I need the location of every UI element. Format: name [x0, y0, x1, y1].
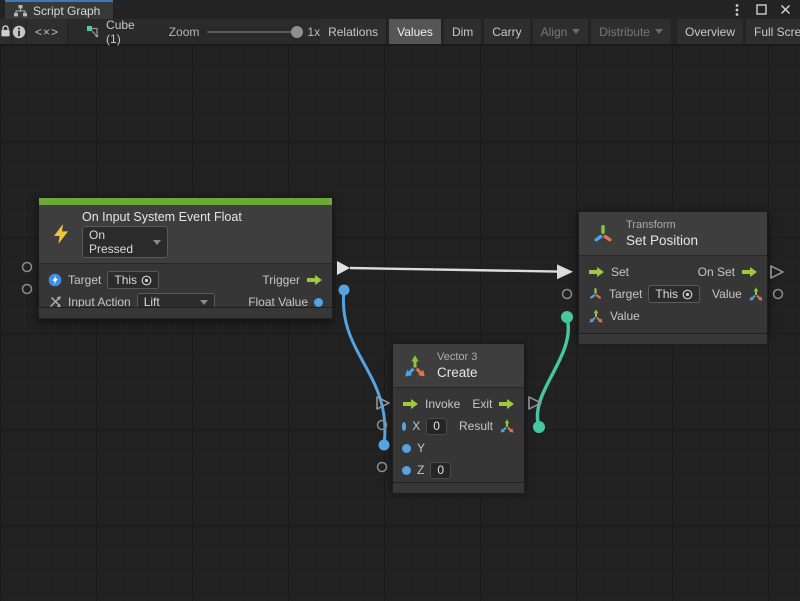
flow-arrow-icon[interactable] [498, 398, 515, 410]
close-icon[interactable] [778, 3, 792, 17]
lock-icon [0, 25, 11, 38]
script-graph-window: Script Graph [0, 0, 800, 601]
code-preview-button[interactable]: <×> [27, 19, 68, 44]
zoom-slider[interactable] [207, 31, 299, 33]
target-label: Target [68, 273, 101, 287]
invoke-label: Invoke [425, 397, 460, 411]
z-label: Z [417, 463, 424, 477]
vector3-row-x: X 0 Result [393, 415, 524, 437]
graph-pointer-label: Cube (1) [106, 18, 135, 46]
toolbar-button-carry[interactable]: Carry [484, 19, 530, 44]
value-out-label: Value [712, 287, 742, 301]
set-position-target-this[interactable]: This [648, 285, 700, 303]
set-position-row-value: Value [579, 305, 767, 327]
event-mode-dropdown[interactable]: On Pressed [82, 226, 168, 258]
event-node-title: On Input System Event Float [82, 210, 242, 224]
z-port[interactable] [402, 466, 411, 475]
toolbar-button-full-screen[interactable]: Full Screen [746, 19, 800, 44]
chevron-down-icon [153, 240, 161, 245]
flow-arrow-icon[interactable] [402, 398, 419, 410]
exit-label: Exit [472, 397, 492, 411]
vector3-title: Create [437, 365, 478, 380]
chevron-down-icon [655, 29, 663, 34]
x-label: X [412, 419, 420, 433]
z-value-input[interactable]: 0 [430, 462, 451, 479]
vector3-row-z: Z 0 [393, 459, 524, 481]
code-icon-label: <×> [35, 25, 59, 39]
toolbar-button-distribute[interactable]: Distribute [591, 19, 672, 44]
trigger-label: Trigger [262, 273, 300, 287]
graph-toolbar: <×> Cube (1) Zoom 1x Relations Values [0, 19, 800, 45]
window-controls [730, 0, 800, 19]
event-node-footer [38, 307, 333, 319]
chevron-down-icon [572, 29, 580, 34]
script-machine-icon [86, 25, 100, 39]
info-button[interactable] [12, 19, 27, 44]
flow-arrow-icon[interactable] [588, 266, 605, 278]
x-value-input[interactable]: 0 [426, 418, 447, 435]
vector3-port-icon[interactable] [588, 308, 604, 324]
on-set-label: On Set [698, 265, 735, 279]
value-in-label: Value [610, 309, 640, 323]
float-value-port[interactable] [314, 298, 323, 307]
toolbar-button-dim[interactable]: Dim [444, 19, 482, 44]
y-label: Y [417, 441, 425, 455]
node-on-input-system-event-float[interactable]: On Input System Event Float On Pressed T… [38, 197, 333, 320]
toolbar-button-values[interactable]: Values [389, 19, 442, 44]
maximize-icon[interactable] [754, 3, 768, 17]
vector3-port-icon[interactable] [748, 286, 764, 302]
set-position-title: Set Position [626, 233, 698, 248]
vector3-row-invoke: Invoke Exit [393, 393, 524, 415]
graph-icon [14, 5, 27, 17]
toolbar-button-relations[interactable]: Relations [320, 19, 387, 44]
vector3-icon [402, 353, 428, 379]
vector3-category: Vector 3 [437, 351, 478, 363]
zoom-slider-thumb[interactable] [291, 26, 303, 38]
toolbar-button-overview[interactable]: Overview [677, 19, 744, 44]
set-position-category: Transform [626, 219, 698, 231]
vector3-port-icon[interactable] [499, 418, 515, 434]
self-target-icon [141, 275, 152, 286]
kebab-menu-icon[interactable] [730, 3, 744, 17]
target-label: Target [609, 287, 642, 301]
transform-mini-icon [588, 286, 603, 302]
flow-arrow-icon[interactable] [741, 266, 758, 278]
vector3-node-footer [392, 482, 525, 494]
flow-arrow-icon[interactable] [306, 274, 323, 286]
event-row-target: Target This Trigger [39, 269, 332, 291]
lock-button[interactable] [0, 19, 12, 44]
zoom-label: Zoom [169, 25, 200, 39]
transform-icon [591, 221, 615, 247]
zoom-control: Zoom 1x [169, 19, 320, 44]
set-position-row-target: Target This Value [579, 283, 767, 305]
chevron-down-icon [200, 300, 208, 305]
title-bar: Script Graph [0, 0, 800, 19]
lightning-bolt-icon [51, 223, 71, 245]
input-system-icon [48, 273, 62, 287]
set-position-row-set: Set On Set [579, 261, 767, 283]
node-vector3-create[interactable]: Vector 3 Create Invoke Exit X 0 [392, 343, 525, 490]
graph-pointer-breadcrumb[interactable]: Cube (1) [80, 19, 141, 44]
tab-script-graph[interactable]: Script Graph [5, 0, 113, 19]
tab-title: Script Graph [33, 4, 100, 18]
self-target-icon [682, 289, 693, 300]
event-target-this[interactable]: This [107, 271, 159, 289]
event-accent-bar [39, 198, 332, 205]
node-transform-set-position[interactable]: Transform Set Position Set On Set [578, 211, 768, 334]
vector3-row-y: Y [393, 437, 524, 459]
info-icon [12, 25, 26, 39]
zoom-level: 1x [307, 25, 320, 39]
toolbar-right-buttons: Relations Values Dim Carry Align Distrib… [320, 19, 800, 44]
toolbar-button-align[interactable]: Align [533, 19, 590, 44]
set-position-node-footer [578, 333, 768, 345]
y-port[interactable] [402, 444, 411, 453]
result-label: Result [459, 419, 493, 433]
set-label: Set [611, 265, 629, 279]
x-port[interactable] [402, 422, 406, 431]
